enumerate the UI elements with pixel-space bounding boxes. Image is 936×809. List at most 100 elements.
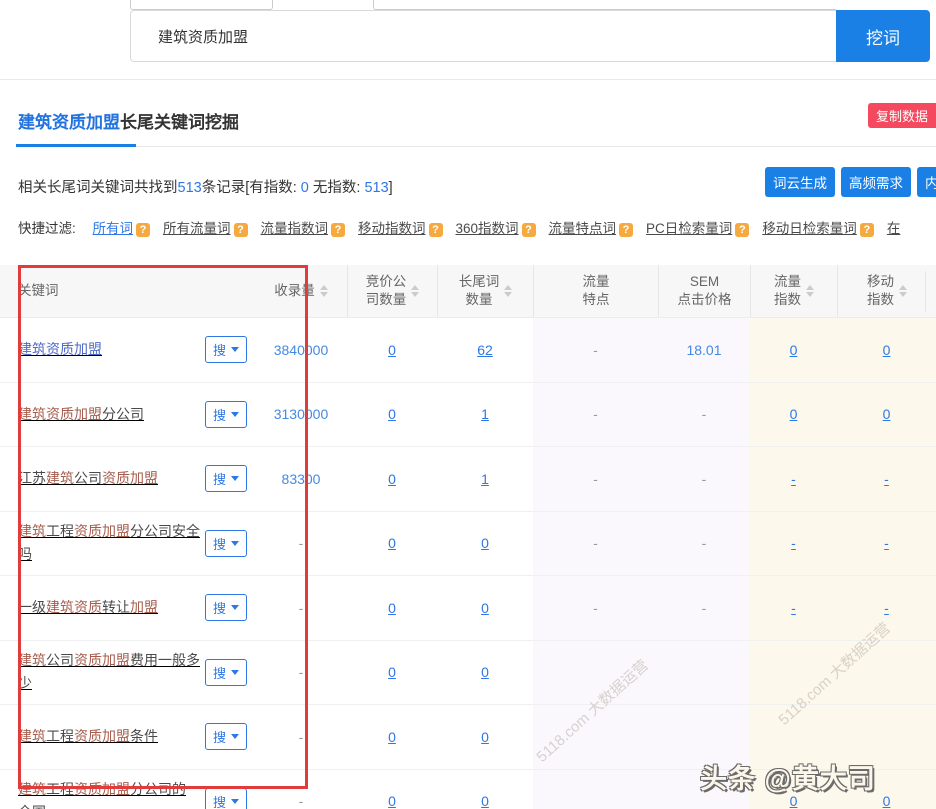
sort-arrows-icon[interactable] bbox=[806, 285, 814, 297]
keyword-link[interactable]: 江苏建筑公司资质加盟 bbox=[18, 467, 158, 490]
filter-cropped-item[interactable]: 在 bbox=[887, 221, 901, 236]
filter-pc-daily-search-words[interactable]: PC日检索量词? bbox=[646, 221, 749, 236]
cell-bidding-companies: 0 bbox=[347, 705, 437, 769]
longtail-count-link[interactable]: 0 bbox=[481, 600, 489, 616]
longtail-count-link[interactable]: 0 bbox=[481, 793, 489, 809]
column-header-longtail-count[interactable]: 长尾词数量 bbox=[437, 265, 533, 317]
cell-longtail-count: 0 bbox=[437, 641, 533, 705]
help-icon[interactable]: ? bbox=[860, 223, 874, 237]
dig-words-button[interactable]: 挖词 bbox=[836, 10, 930, 62]
top-cropped-panel-fragment bbox=[373, 0, 836, 10]
bidding-companies-link[interactable]: 0 bbox=[388, 793, 396, 809]
row-search-dropdown-button[interactable]: 搜 bbox=[205, 659, 247, 686]
row-search-dropdown-button[interactable]: 搜 bbox=[205, 530, 247, 557]
row-search-dropdown-button[interactable]: 搜 bbox=[205, 594, 247, 621]
keyword-matched-segment: 建筑 bbox=[18, 523, 46, 539]
traffic-index-link[interactable]: - bbox=[791, 600, 796, 616]
filter-360-index-words[interactable]: 360指数词? bbox=[456, 221, 536, 236]
keyword-link[interactable]: 建筑公司资质加盟费用一般多少 bbox=[18, 649, 200, 695]
mobile-index-link[interactable]: - bbox=[884, 535, 889, 551]
mobile-index-link[interactable]: - bbox=[884, 600, 889, 616]
word-cloud-button[interactable]: 词云生成 bbox=[765, 167, 835, 197]
traffic-index-link[interactable]: 0 bbox=[790, 342, 798, 358]
longtail-count-link[interactable]: 1 bbox=[481, 406, 489, 422]
traffic-index-link[interactable]: - bbox=[791, 471, 796, 487]
keyword-link[interactable]: 建筑工程资质加盟分公司安全吗 bbox=[18, 520, 200, 566]
stats-text: ] bbox=[389, 180, 393, 196]
bidding-companies-link[interactable]: 0 bbox=[388, 729, 396, 745]
help-icon[interactable]: ? bbox=[522, 223, 536, 237]
filter-traffic-index-words[interactable]: 流量指数词? bbox=[261, 221, 346, 236]
mobile-index-link[interactable]: - bbox=[884, 471, 889, 487]
column-header-bidding-companies[interactable]: 竞价公司数量 bbox=[347, 265, 437, 317]
bidding-companies-link[interactable]: 0 bbox=[388, 471, 396, 487]
help-icon[interactable]: ? bbox=[735, 223, 749, 237]
help-icon[interactable]: ? bbox=[136, 223, 150, 237]
column-header-keyword: 关键词 bbox=[0, 265, 255, 317]
cell-keyword: 江苏建筑公司资质加盟 搜 bbox=[0, 447, 255, 511]
content-tool-button[interactable]: 内容 bbox=[917, 167, 936, 197]
cell-bidding-companies: 0 bbox=[347, 318, 437, 382]
longtail-count-link[interactable]: 0 bbox=[481, 729, 489, 745]
row-search-dropdown-button[interactable]: 搜 bbox=[205, 401, 247, 428]
cell-longtail-count: 0 bbox=[437, 512, 533, 576]
help-icon[interactable]: ? bbox=[429, 223, 443, 237]
column-header-collection-count[interactable]: 收录量 bbox=[255, 265, 347, 317]
sort-arrows-icon[interactable] bbox=[320, 285, 328, 297]
mobile-index-link[interactable]: 0 bbox=[883, 406, 891, 422]
cell-bidding-companies: 0 bbox=[347, 770, 437, 809]
keyword-link[interactable]: 建筑资质加盟分公司 bbox=[18, 403, 144, 426]
longtail-count-link[interactable]: 0 bbox=[481, 535, 489, 551]
row-search-label: 搜 bbox=[213, 340, 226, 359]
filter-mobile-index-words[interactable]: 移动指数词? bbox=[358, 221, 443, 236]
sort-arrows-icon[interactable] bbox=[411, 285, 419, 297]
bidding-companies-link[interactable]: 0 bbox=[388, 664, 396, 680]
cell-bidding-companies: 0 bbox=[347, 512, 437, 576]
keyword-link[interactable]: 建筑资质加盟 bbox=[18, 338, 102, 361]
cell-mobile-index bbox=[837, 641, 936, 705]
sem-click-price-value: 18.01 bbox=[686, 342, 721, 358]
traffic-index-link[interactable]: 0 bbox=[790, 406, 798, 422]
traffic-index-link[interactable]: - bbox=[791, 535, 796, 551]
row-search-dropdown-button[interactable]: 搜 bbox=[205, 788, 247, 809]
mobile-index-link[interactable]: 0 bbox=[883, 342, 891, 358]
bidding-companies-link[interactable]: 0 bbox=[388, 600, 396, 616]
longtail-count-link[interactable]: 1 bbox=[481, 471, 489, 487]
keyword-link[interactable]: 建筑工程资质加盟分公司的 全国 bbox=[18, 778, 200, 809]
longtail-count-link[interactable]: 62 bbox=[477, 342, 493, 358]
cell-traffic-index: 0 bbox=[750, 383, 837, 447]
filter-traffic-feature-words[interactable]: 流量特点词? bbox=[549, 221, 634, 236]
table-body: 建筑资质加盟搜3840000062-18.0100建筑资质加盟分公司搜31300… bbox=[0, 318, 936, 809]
bidding-companies-link[interactable]: 0 bbox=[388, 535, 396, 551]
help-icon[interactable]: ? bbox=[331, 223, 345, 237]
sort-arrows-icon[interactable] bbox=[504, 285, 512, 297]
longtail-count-link[interactable]: 0 bbox=[481, 664, 489, 680]
help-icon[interactable]: ? bbox=[619, 223, 633, 237]
copy-data-button[interactable]: 复制数据 bbox=[868, 103, 936, 128]
mobile-index-link[interactable]: 0 bbox=[883, 793, 891, 809]
row-search-dropdown-button[interactable]: 搜 bbox=[205, 336, 247, 363]
action-buttons: 词云生成 高频需求 内容 bbox=[765, 167, 936, 197]
sort-arrows-icon[interactable] bbox=[899, 285, 907, 297]
keyword-search-input[interactable] bbox=[130, 10, 836, 62]
column-header-traffic-index[interactable]: 流量指数 bbox=[750, 265, 837, 317]
high-frequency-demand-button[interactable]: 高频需求 bbox=[841, 167, 911, 197]
page-title-keyword: 建筑资质加盟 bbox=[18, 113, 120, 132]
collection-count-value: - bbox=[299, 793, 304, 809]
filter-all-traffic-words[interactable]: 所有流量词? bbox=[163, 221, 248, 236]
bidding-companies-link[interactable]: 0 bbox=[388, 342, 396, 358]
filter-all-words[interactable]: 所有词? bbox=[93, 221, 151, 236]
filter-mobile-daily-search-words[interactable]: 移动日检索量词? bbox=[762, 221, 874, 236]
column-header-mobile-index[interactable]: 移动指数 bbox=[837, 265, 936, 317]
help-icon[interactable]: ? bbox=[234, 223, 248, 237]
cell-traffic-index: 0 bbox=[750, 318, 837, 382]
keyword-segment: 工程 bbox=[46, 728, 74, 744]
keyword-link[interactable]: 一级建筑资质转让加盟 bbox=[18, 596, 158, 619]
row-search-dropdown-button[interactable]: 搜 bbox=[205, 465, 247, 492]
bidding-companies-link[interactable]: 0 bbox=[388, 406, 396, 422]
row-search-dropdown-button[interactable]: 搜 bbox=[205, 723, 247, 750]
cell-bidding-companies: 0 bbox=[347, 641, 437, 705]
table-row: 江苏建筑公司资质加盟搜8330001---- bbox=[0, 447, 936, 512]
keyword-link[interactable]: 建筑工程资质加盟条件 bbox=[18, 725, 158, 748]
keyword-segment: 公司 bbox=[46, 652, 74, 668]
